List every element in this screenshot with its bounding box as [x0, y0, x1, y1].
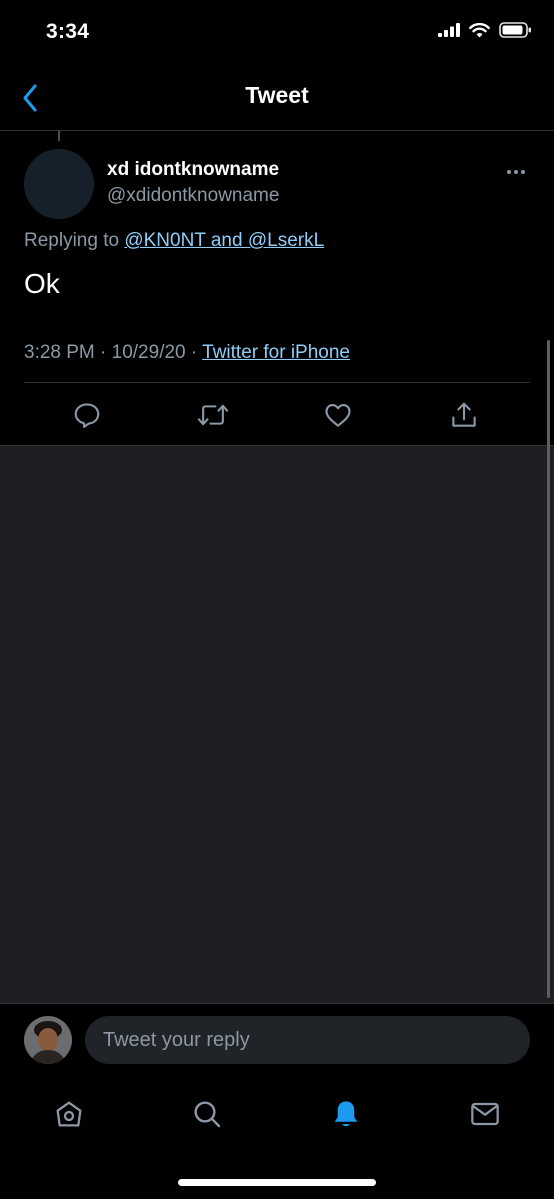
wifi-icon — [469, 22, 490, 37]
tab-search[interactable] — [187, 1094, 227, 1134]
like-button[interactable] — [321, 398, 355, 432]
tweet-actions — [0, 392, 554, 438]
tweet-detail-screen: 3:34 Tweet xd idontknowname @xdidontknow… — [0, 0, 554, 1199]
home-indicator[interactable] — [178, 1179, 376, 1186]
more-dot — [507, 170, 511, 174]
empty-replies-area — [0, 445, 554, 1004]
tab-messages[interactable] — [465, 1094, 505, 1134]
page-title: Tweet — [245, 82, 309, 108]
author-avatar[interactable] — [24, 149, 94, 219]
more-options-button[interactable] — [500, 160, 532, 184]
scrollbar[interactable] — [547, 340, 550, 998]
heart-icon — [325, 403, 351, 427]
share-icon — [452, 402, 476, 427]
replying-to-link[interactable]: @KN0NT and @LserkL — [124, 230, 324, 251]
search-icon — [194, 1101, 221, 1128]
bell-icon — [334, 1101, 358, 1127]
header-divider — [0, 130, 554, 131]
reply-button[interactable] — [70, 398, 104, 432]
battery-icon — [499, 22, 531, 38]
home-icon — [56, 1101, 82, 1127]
author-display-name[interactable]: xd idontknowname — [107, 159, 279, 181]
tab-home[interactable] — [49, 1094, 89, 1134]
status-icons — [438, 22, 532, 38]
nav-header: Tweet — [0, 66, 554, 130]
tweet-source-link[interactable]: Twitter for iPhone — [202, 342, 350, 363]
status-bar: 3:34 — [0, 0, 554, 66]
reply-input[interactable] — [85, 1016, 530, 1064]
more-dot — [521, 170, 525, 174]
tweet-text: Ok — [24, 268, 60, 299]
thread-connector-line — [58, 131, 60, 141]
replying-to: Replying to @KN0NT and @LserkL — [24, 230, 324, 252]
current-user-avatar[interactable] — [24, 1016, 72, 1064]
retweet-icon — [197, 404, 229, 426]
mail-icon — [471, 1102, 499, 1126]
status-time: 3:34 — [46, 20, 90, 43]
reply-composer-bar — [0, 1003, 554, 1080]
meta-divider — [24, 382, 530, 383]
tweet-timestamp: 3:28 PM · 10/29/20 · — [24, 342, 198, 363]
reply-icon — [74, 403, 100, 428]
tab-notifications[interactable] — [326, 1094, 366, 1134]
retweet-button[interactable] — [196, 398, 230, 432]
replying-prefix: Replying to — [24, 230, 120, 251]
cellular-signal-icon — [438, 23, 460, 37]
tweet-meta: 3:28 PM · 10/29/20 · Twitter for iPhone — [24, 342, 350, 364]
author-handle[interactable]: @xdidontknowname — [107, 185, 279, 207]
user-photo-icon — [24, 1016, 72, 1064]
more-dot — [514, 170, 518, 174]
bottom-tab-bar — [0, 1080, 554, 1150]
share-button[interactable] — [447, 398, 481, 432]
